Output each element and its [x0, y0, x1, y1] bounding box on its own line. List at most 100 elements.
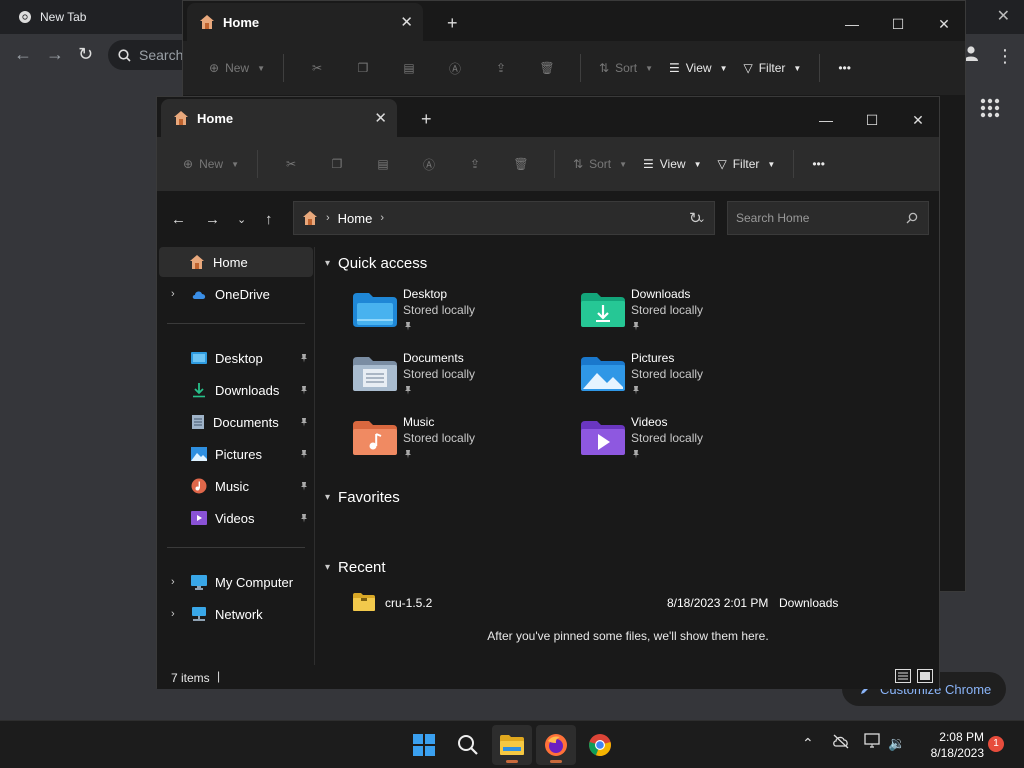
quick-access-desktop[interactable]: Desktop Stored locally — [353, 287, 553, 343]
pin-icon[interactable] — [299, 481, 309, 491]
recent-locations-icon[interactable]: ⌄ — [237, 213, 246, 226]
notification-badge[interactable]: 1 — [988, 736, 1004, 752]
close-window-icon[interactable]: ✕ — [921, 9, 967, 39]
rename-icon[interactable]: Ⓐ — [432, 51, 478, 85]
copy-icon[interactable]: ❐ — [314, 147, 360, 181]
system-clock[interactable]: 2:08 PM 8/18/2023 — [914, 729, 984, 761]
chrome-forward-icon[interactable]: → — [46, 44, 64, 65]
details-view-icon[interactable] — [895, 669, 911, 683]
search-box[interactable]: Search Home — [727, 201, 929, 235]
onedrive-offline-icon[interactable] — [832, 733, 850, 749]
new-tab-icon[interactable]: + — [421, 109, 432, 130]
apps-grid-icon[interactable] — [980, 98, 1000, 118]
sidebar-item-pictures[interactable]: Pictures — [159, 439, 313, 469]
sidebar-item-documents[interactable]: Documents — [159, 407, 313, 437]
pin-icon[interactable] — [299, 513, 309, 523]
cut-icon[interactable]: ✂ — [294, 51, 340, 85]
delete-icon[interactable]: 🗑 — [498, 147, 544, 181]
new-button[interactable]: ⊕ New ▼ — [201, 51, 273, 85]
more-options-icon[interactable]: ••• — [830, 51, 859, 85]
minimize-icon[interactable]: — — [829, 9, 875, 39]
tiles-view-icon[interactable] — [917, 669, 933, 683]
chrome-tab-new-tab[interactable]: New Tab — [8, 2, 178, 32]
quick-access-music[interactable]: Music Stored locally — [353, 415, 553, 471]
volume-icon[interactable]: 🔉 — [888, 735, 905, 752]
view-button[interactable]: ☰ View ▼ — [661, 51, 735, 85]
sidebar-item-network[interactable]: › Network — [159, 599, 313, 629]
explorer-tab-home[interactable]: Home ✕ — [161, 99, 397, 137]
taskbar-file-explorer[interactable] — [492, 725, 532, 765]
chrome-close-icon[interactable]: ✕ — [997, 6, 1010, 26]
explorer-tab-home[interactable]: Home ✕ — [187, 3, 423, 41]
chrome-reload-icon[interactable]: ↻ — [78, 44, 93, 65]
chrome-back-icon[interactable]: ← — [14, 44, 32, 65]
cut-icon[interactable]: ✂ — [268, 147, 314, 181]
breadcrumb-home[interactable]: Home — [338, 211, 373, 226]
quick-access-pictures[interactable]: Pictures Stored locally — [581, 351, 781, 407]
expand-icon[interactable]: › — [171, 288, 175, 300]
recent-file-row[interactable]: cru-1.5.2 8/18/2023 2:01 PM Downloads — [353, 593, 853, 617]
share-icon[interactable]: ⇪ — [452, 147, 498, 181]
start-button[interactable] — [404, 725, 444, 765]
expand-icon[interactable]: › — [171, 576, 175, 588]
quick-access-header[interactable]: ▾ Quick access — [325, 255, 427, 272]
maximize-icon[interactable]: ☐ — [849, 105, 895, 135]
search-icon — [906, 212, 918, 224]
quick-access-videos[interactable]: Videos Stored locally — [581, 415, 781, 471]
desktop-folder-icon — [353, 293, 397, 327]
network-status-icon[interactable] — [864, 733, 882, 749]
delete-icon[interactable]: 🗑 — [524, 51, 570, 85]
show-hidden-icons[interactable]: ⌃ — [802, 735, 814, 752]
rename-icon[interactable]: Ⓐ — [406, 147, 452, 181]
pin-icon — [403, 385, 413, 395]
sort-button[interactable]: ⇅ Sort ▼ — [591, 51, 661, 85]
paste-icon[interactable]: ▤ — [360, 147, 406, 181]
pin-icon[interactable] — [299, 353, 309, 363]
new-button[interactable]: ⊕ New ▼ — [175, 147, 247, 181]
pin-icon[interactable] — [299, 449, 309, 459]
sort-button[interactable]: ⇅ Sort ▼ — [565, 147, 635, 181]
copy-icon[interactable]: ❐ — [340, 51, 386, 85]
tile-subtitle: Stored locally — [631, 367, 704, 381]
expand-icon[interactable]: › — [171, 608, 175, 620]
close-tab-icon[interactable]: ✕ — [374, 109, 387, 127]
minimize-icon[interactable]: — — [803, 105, 849, 135]
pin-icon[interactable] — [299, 385, 309, 395]
view-button[interactable]: ☰ View ▼ — [635, 147, 709, 181]
sidebar-item-onedrive[interactable]: › OneDrive — [159, 279, 313, 309]
back-icon[interactable]: ← — [171, 211, 186, 228]
maximize-icon[interactable]: ☐ — [875, 9, 921, 39]
sidebar-item-music[interactable]: Music — [159, 471, 313, 501]
sidebar-item-my-computer[interactable]: › My Computer — [159, 567, 313, 597]
recent-header[interactable]: ▾ Recent — [325, 559, 386, 576]
sidebar-item-downloads[interactable]: Downloads — [159, 375, 313, 405]
sidebar-item-videos[interactable]: Videos — [159, 503, 313, 533]
close-window-icon[interactable]: ✕ — [895, 105, 941, 135]
share-icon[interactable]: ⇪ — [478, 51, 524, 85]
new-tab-icon[interactable]: + — [447, 13, 458, 34]
up-icon[interactable]: ↑ — [265, 211, 273, 228]
taskbar-firefox[interactable] — [536, 725, 576, 765]
filter-button[interactable]: ▽ Filter ▼ — [735, 51, 809, 85]
taskbar-search-button[interactable] — [448, 725, 488, 765]
quick-access-documents[interactable]: Documents Stored locally — [353, 351, 553, 407]
chrome-menu-icon[interactable]: ⋮ — [996, 46, 1014, 67]
filter-button[interactable]: ▽ Filter ▼ — [709, 147, 783, 181]
favorites-header[interactable]: ▾ Favorites — [325, 489, 400, 506]
search-input[interactable]: Search Home — [736, 211, 809, 225]
sidebar-item-desktop[interactable]: Desktop — [159, 343, 313, 373]
address-bar[interactable]: › Home › ⌄ — [293, 201, 715, 235]
text-cursor-icon: | — [217, 669, 221, 683]
paste-icon[interactable]: ▤ — [386, 51, 432, 85]
refresh-icon[interactable]: ↻ — [689, 209, 702, 227]
close-tab-icon[interactable]: ✕ — [400, 13, 413, 31]
forward-icon[interactable]: → — [205, 211, 220, 228]
pin-icon[interactable] — [299, 417, 309, 427]
explorer-window[interactable]: Home ✕ + — ☐ ✕ ⊕ New ▼ ✂ ❐ ▤ Ⓐ ⇪ 🗑 ⇅ Sort ▼… — [156, 96, 941, 689]
window-controls: — ☐ ✕ — [803, 105, 941, 135]
taskbar-chrome[interactable] — [580, 725, 620, 765]
quick-access-downloads[interactable]: Downloads Stored locally — [581, 287, 781, 343]
sidebar-item-label: Videos — [215, 510, 255, 526]
sidebar-item-home[interactable]: Home — [159, 247, 313, 277]
more-options-button[interactable]: ••• — [804, 147, 833, 181]
